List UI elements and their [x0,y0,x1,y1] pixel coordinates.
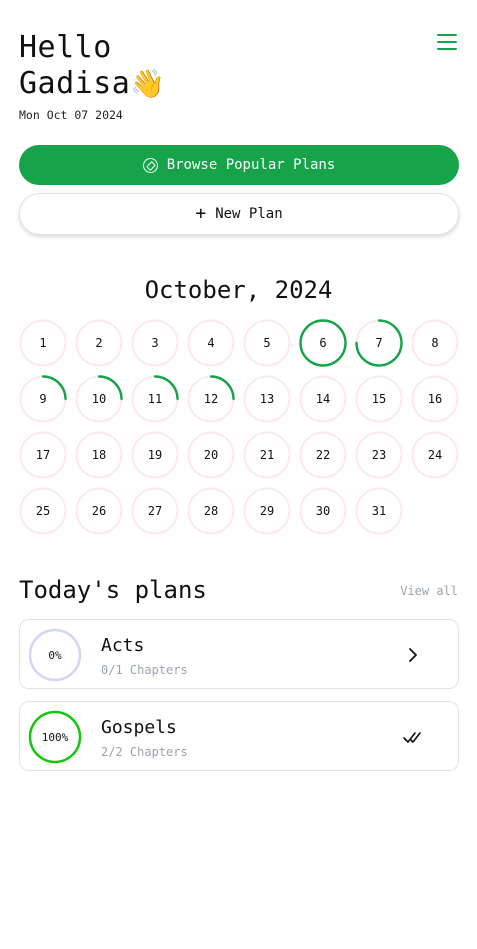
calendar-day-number: 15 [371,392,387,406]
calendar-day[interactable]: 12 [187,375,235,423]
calendar-day-number: 8 [431,336,439,350]
plan-percent: 0% [48,648,62,662]
calendar-day-number: 10 [91,392,107,406]
browse-popular-plans-button[interactable]: Browse Popular Plans [19,145,459,185]
calendar-day-number: 20 [203,448,219,462]
calendar-day[interactable]: 16 [411,375,459,423]
chevron-right-icon[interactable] [402,644,424,666]
plan-card-acts[interactable]: 0% Acts 0/1 Chapters [19,619,459,689]
calendar-day[interactable]: 10 [75,375,123,423]
calendar-day[interactable]: 9 [19,375,67,423]
calendar-day[interactable]: 29 [243,487,291,535]
calendar-day[interactable]: 13 [243,375,291,423]
calendar-day-number: 5 [263,336,271,350]
calendar-day-number: 14 [315,392,331,406]
calendar-day[interactable]: 8 [411,319,459,367]
calendar-day-number: 18 [91,448,107,462]
new-plan-label: New Plan [215,206,283,222]
compass-icon [142,157,158,173]
calendar-day[interactable]: 21 [243,431,291,479]
calendar-day-number: 23 [371,448,387,462]
calendar-day-number: 25 [35,504,51,518]
calendar-day[interactable]: 3 [131,319,179,367]
calendar-day-number: 3 [151,336,159,350]
hamburger-menu-icon[interactable] [434,31,460,51]
calendar-day[interactable]: 22 [299,431,347,479]
greeting-title: Hello Gadisa👋 [19,30,166,102]
calendar-day-number: 13 [259,392,275,406]
calendar-day-number: 21 [259,448,275,462]
calendar-day-number: 24 [427,448,443,462]
calendar-day-number: 29 [259,504,275,518]
plan-card-gospels[interactable]: 100% Gospels 2/2 Chapters [19,701,459,771]
calendar-day[interactable]: 23 [355,431,403,479]
calendar-day-number: 22 [315,448,331,462]
calendar-day[interactable]: 14 [299,375,347,423]
calendar-day-number: 7 [375,336,383,350]
calendar-day[interactable]: 18 [75,431,123,479]
calendar-day[interactable]: 20 [187,431,235,479]
plan-percent: 100% [41,730,69,744]
browse-popular-plans-label: Browse Popular Plans [166,157,336,173]
calendar-day-number: 30 [315,504,331,518]
calendar-day-number: 1 [39,336,47,350]
calendar-day-number: 28 [203,504,219,518]
calendar-day[interactable]: 4 [187,319,235,367]
calendar-day-number: 2 [95,336,103,350]
greeting-header: Hello Gadisa👋 Mon Oct 07 2024 [19,30,166,122]
current-date: Mon Oct 07 2024 [19,108,123,122]
calendar-day-number: 6 [319,336,327,350]
calendar-day-number: 11 [147,392,163,406]
plan-name: Acts [101,635,145,656]
calendar-day-number: 19 [147,448,163,462]
calendar-day[interactable]: 11 [131,375,179,423]
calendar-day-number: 16 [427,392,443,406]
plan-chapters: 0/1 Chapters [101,663,188,677]
calendar-day[interactable]: 17 [19,431,67,479]
wave-icon: 👋 [130,67,166,100]
calendar-day[interactable]: 28 [187,487,235,535]
calendar-day[interactable]: 24 [411,431,459,479]
plan-chapters: 2/2 Chapters [101,745,188,759]
calendar-day[interactable]: 7 [355,319,403,367]
calendar-day-number: 17 [35,448,51,462]
greeting-user-name: Gadisa [19,66,131,101]
calendar-day[interactable]: 27 [131,487,179,535]
calendar-day-number: 9 [39,392,47,406]
calendar-day-number: 12 [203,392,219,406]
plan-name: Gospels [101,717,177,738]
calendar-day[interactable]: 6 [299,319,347,367]
plus-icon: + [195,203,207,224]
calendar-day[interactable]: 2 [75,319,123,367]
calendar-day-number: 4 [207,336,215,350]
calendar-day[interactable]: 19 [131,431,179,479]
todays-plans-title: Today's plans [19,576,207,604]
calendar-day[interactable]: 15 [355,375,403,423]
calendar-day-number: 27 [147,504,163,518]
calendar-day[interactable]: 30 [299,487,347,535]
calendar-day-number: 31 [371,504,387,518]
calendar-day[interactable]: 26 [75,487,123,535]
greeting-line-hello: Hello [19,30,112,65]
calendar-day[interactable]: 5 [243,319,291,367]
calendar-month-title: October, 2024 [144,276,333,304]
calendar-day[interactable]: 1 [19,319,67,367]
calendar-day[interactable]: 31 [355,487,403,535]
new-plan-button[interactable]: + New Plan [19,193,459,235]
view-all-link[interactable]: View all [400,584,458,598]
double-check-icon [403,732,421,743]
calendar-day-number: 26 [91,504,107,518]
calendar-day[interactable]: 25 [19,487,67,535]
